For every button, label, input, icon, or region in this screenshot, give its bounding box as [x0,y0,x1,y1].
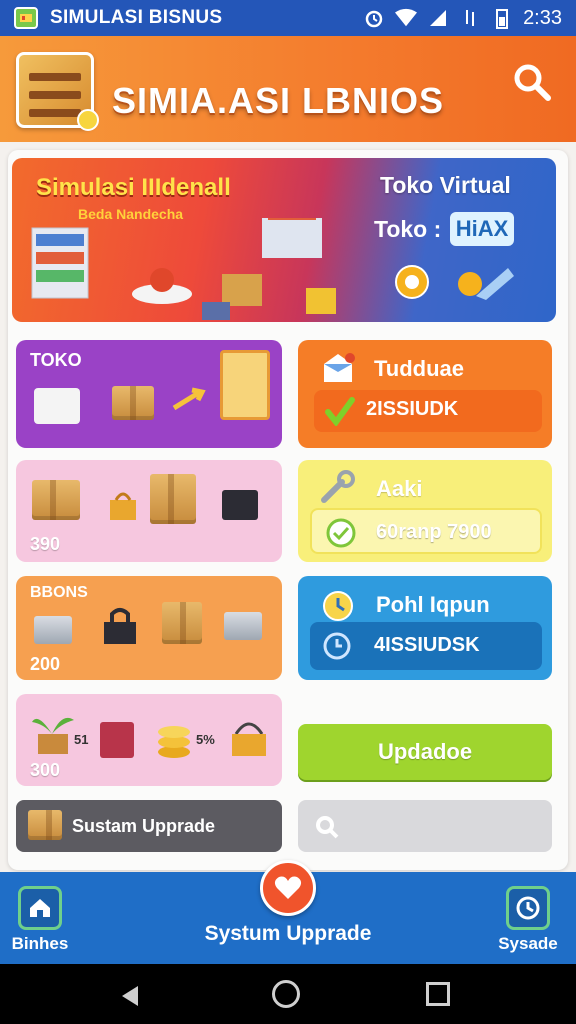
search-icon [514,64,551,101]
bottom-nav: Binhes Systum Upprade Sysade [0,860,576,964]
app-icon [14,7,38,29]
promo-banner[interactable]: Simulasi IIIdenall Beda Nandecha Toko Vi… [12,158,556,322]
tile-aaki-value: 60ranp 7900 [376,521,492,543]
bag-icon [110,492,136,520]
clock-icon [506,886,550,930]
tile-tudduae-label: Tudduae [374,356,465,381]
refresh-icon [323,632,351,660]
coins-icon [158,726,190,758]
tile-goods-tag1: 51 [74,732,89,747]
counter-icon [34,388,80,424]
tile-bbons[interactable]: BBONS 200 [16,576,282,680]
check-icon [325,397,355,426]
tile-goods[interactable]: 51 5% 300 [16,694,282,786]
status-bar: SIMULASI BISNUS 2:33 [0,0,576,36]
grey-box-icon [224,612,262,640]
tools-icon [458,268,514,300]
tile-bbons-value: 200 [30,654,61,674]
nav-home-label: Binhes [11,934,69,953]
gear-icon [395,265,429,299]
tile-boxes-value: 390 [30,534,61,554]
tile-boxes[interactable]: 390 [16,460,282,562]
tile-toko[interactable]: TOKO [16,340,282,448]
back-icon[interactable] [118,984,142,1008]
store-logo-icon [16,52,99,131]
tile-tudduae[interactable]: Tudduae 2ISSIUDK [298,340,552,448]
tile-goods-value: 300 [30,760,61,780]
lock-icon [104,608,136,644]
basket-icon [232,722,266,756]
battery-icon [491,7,513,29]
system-nav-bar [0,964,576,1024]
nav-system-upgrade[interactable]: Systum Upprade [200,860,376,946]
system-upgrade-label: Sustam Upprade [72,816,216,836]
clock-badge-icon [323,591,353,621]
stacked-crate-icon [150,474,196,524]
shelf-icon [220,350,270,420]
wrench-icon [321,470,355,503]
home-circle-icon[interactable] [272,980,300,1008]
tile-pohl-value: 4ISSIUDSK [374,634,480,656]
tile-pohl-label: Pohl Iqpun [376,592,490,617]
store-illustration-icon [31,218,336,320]
app-header: SIMIA.ASI LBNIOS [0,36,576,142]
nav-sysade-label: Sysade [498,934,558,953]
tile-toko-label: TOKO [30,350,82,370]
update-button[interactable]: Updadoe [298,724,552,780]
nav-sysade[interactable]: Sysade [490,886,566,954]
data-icon [459,7,481,29]
crate-icon [28,810,62,840]
banner-toko-label: Toko : [374,216,442,242]
tile-pohl[interactable]: Pohl Iqpun 4ISSIUDSK [298,576,552,680]
page-title: SIMIA.ASI LBNIOS [112,80,445,121]
nav-system-upgrade-label: Systum Upprade [204,922,372,945]
tile-tudduae-value: 2ISSIUDK [366,398,459,420]
plant-icon [32,717,74,754]
grey-box-icon [34,616,72,644]
recents-icon[interactable] [426,982,450,1006]
check-circle-icon [326,518,356,548]
heart-icon [260,860,316,916]
nav-home[interactable]: Binhes [8,886,72,954]
dark-box-icon [222,490,258,520]
banner-title: Simulasi IIIdenall [36,174,231,201]
arrow-right-icon [172,387,206,411]
tile-aaki[interactable]: Aaki 60ranp 7900 [298,460,552,562]
system-upgrade-button[interactable]: Sustam Upprade [16,800,282,852]
home-icon [18,886,62,930]
status-time: 2:33 [523,6,562,29]
crate-icon [162,602,202,644]
status-app-name: SIMULASI BISNUS [50,7,223,28]
tile-bbons-label: BBONS [30,584,88,601]
banner-badge: HiAX [450,212,514,246]
alarm-icon [363,7,385,29]
search-icon [316,816,339,839]
signal-icon [427,7,449,29]
search-button[interactable] [510,60,554,104]
banner-right-title: Toko Virtual [380,172,511,198]
gift-box-icon [100,722,134,758]
box-blue-icon [324,353,355,382]
tile-goods-tag2: 5% [196,732,215,747]
search-field[interactable] [298,800,552,852]
crate-icon [32,480,80,520]
wifi-icon [395,7,418,29]
tile-aaki-label: Aaki [376,476,423,501]
crate-icon [112,386,154,420]
